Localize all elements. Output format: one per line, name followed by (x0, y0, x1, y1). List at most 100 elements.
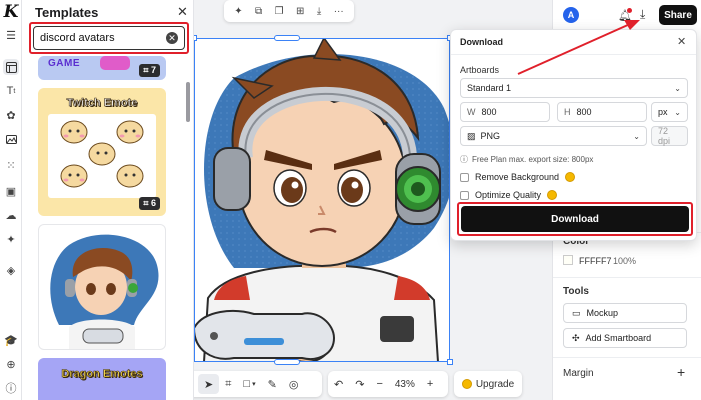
mockup-button[interactable]: ▭ Mockup (563, 303, 687, 323)
chevron-down-icon: ⌄ (674, 107, 681, 117)
resize-handle[interactable] (194, 35, 197, 41)
avatar[interactable]: A (563, 7, 579, 23)
menu-icon[interactable]: ☰ (3, 27, 19, 43)
templates-title: Templates (35, 5, 99, 20)
template-card-game[interactable]: GAME ⌗ 7 (38, 56, 166, 80)
chevron-down-icon: ⌄ (633, 131, 640, 141)
optimize-quality-option[interactable]: Optimize Quality (460, 190, 558, 200)
info-icon: ⓘ (460, 155, 468, 164)
remove-background-checkbox[interactable] (460, 172, 469, 182)
upgrade-button[interactable]: Upgrade (454, 371, 522, 397)
more-icon[interactable]: ··· (334, 6, 344, 17)
shape-tool-icon[interactable]: □ ▾ (237, 378, 261, 390)
search-input[interactable] (40, 32, 166, 44)
templates-scrollbar[interactable] (186, 82, 190, 122)
coin-icon (547, 190, 558, 200)
add-page-icon[interactable]: ⊞ (296, 6, 304, 17)
color-opacity[interactable]: 100% (613, 256, 636, 266)
height-value: 800 (576, 107, 592, 117)
color-swatch[interactable] (563, 255, 573, 265)
pattern-icon[interactable]: ⁙ (3, 157, 19, 173)
divider (553, 357, 701, 358)
close-icon[interactable]: ✕ (677, 35, 686, 48)
select-tool-icon[interactable]: ➤ (198, 374, 220, 394)
clear-search-icon[interactable]: ✕ (166, 32, 178, 44)
help-icon[interactable]: ⓘ (3, 380, 19, 396)
redo-icon[interactable]: ↷ (349, 378, 370, 391)
emote-grid (48, 114, 156, 198)
upload-icon[interactable]: ☁ (3, 207, 19, 223)
undo-icon[interactable]: ↶ (328, 378, 349, 391)
templates-panel: Templates ✕ ✕ GAME ⌗ 7 Twitch Emote (22, 0, 194, 400)
width-value: 800 (481, 107, 497, 117)
comment-tool-icon[interactable]: ◎ (283, 378, 305, 391)
unit-select[interactable]: px ⌄ (651, 102, 688, 122)
width-label: W (467, 107, 476, 117)
remove-background-option[interactable]: Remove Background (460, 172, 576, 182)
brand-kit-icon[interactable]: ▣ (3, 183, 19, 199)
template-card-gamer-avatar[interactable] (38, 224, 166, 350)
image-icon: ▨ (467, 130, 476, 141)
swap-icon[interactable]: ⧉ (255, 6, 262, 17)
pen-tool-icon[interactable]: ✎ (262, 378, 283, 391)
share-button[interactable]: Share (659, 5, 697, 25)
resize-handle[interactable] (447, 359, 453, 365)
frame-tool-icon[interactable]: ⌗ (219, 378, 237, 391)
zoom-in-icon[interactable]: + (421, 378, 439, 390)
add-icon[interactable]: ⊕ (3, 356, 19, 372)
chevron-down-icon: ⌄ (674, 83, 681, 93)
download-panel-title: Download (460, 37, 503, 47)
mockup-icon: ▭ (572, 307, 581, 318)
width-field[interactable]: W 800 (460, 102, 550, 122)
image-icon[interactable] (3, 131, 19, 147)
tools-group: ➤ ⌗ □ ▾ ✎ ◎ (194, 371, 322, 397)
notification-dot (627, 8, 632, 13)
optimize-quality-checkbox[interactable] (460, 190, 469, 200)
layers-icon[interactable]: ◈ (3, 262, 19, 278)
divider (451, 54, 696, 55)
element-toolbar: ✦ ⧉ ❐ ⊞ ⤓ ··· (224, 0, 354, 22)
elements-icon[interactable]: ✿ (3, 107, 19, 123)
count-badge: ⌗ 6 (139, 197, 160, 210)
card-title: Dragon Emotes (61, 368, 143, 381)
count-badge: ⌗ 7 (139, 64, 160, 77)
app-logo[interactable]: K (1, 2, 21, 22)
text-icon[interactable]: Tt (3, 83, 19, 99)
add-smartboard-button[interactable]: ✣ Add Smartboard (563, 328, 687, 348)
download-icon[interactable]: ⤓ (640, 7, 645, 22)
graduation-icon[interactable]: 🎓 (3, 332, 19, 348)
magic-icon[interactable]: ✦ (234, 6, 242, 17)
plan-note: ⓘ Free Plan max. export size: 800px (460, 154, 593, 165)
artboard-select[interactable]: Standard 1 ⌄ (460, 78, 688, 98)
zoom-level[interactable]: 43% (389, 379, 421, 390)
tools-label: Tools (563, 286, 589, 297)
rotate-handle[interactable] (274, 35, 300, 41)
ai-tools-icon[interactable]: ✦ (3, 231, 19, 247)
download-page-icon[interactable]: ⤓ (317, 6, 321, 17)
artboard-value: Standard 1 (467, 83, 512, 93)
close-icon[interactable]: ✕ (177, 4, 188, 20)
add-margin-icon[interactable]: + (677, 364, 685, 380)
coin-icon (461, 379, 472, 389)
templates-icon[interactable] (3, 59, 19, 75)
resize-handle[interactable] (274, 359, 300, 365)
artboard[interactable] (194, 38, 450, 362)
smartboard-icon: ✣ (572, 332, 580, 343)
height-field[interactable]: H 800 (557, 102, 647, 122)
smartboard-label: Add Smartboard (585, 333, 652, 343)
template-card-twitch-emote[interactable]: Twitch Emote ⌗ 6 (38, 88, 166, 216)
emote-faces-icon (60, 120, 144, 188)
download-button-highlight: Download (457, 202, 693, 236)
duplicate-icon[interactable]: ❐ (275, 6, 284, 17)
divider (553, 277, 701, 278)
remove-background-label: Remove Background (475, 172, 560, 182)
format-value: PNG (480, 131, 501, 141)
format-select[interactable]: ▨ PNG ⌄ (460, 126, 647, 146)
template-card-dragon-emotes[interactable]: Dragon Emotes (38, 358, 166, 400)
color-hex[interactable]: FFFFF7 (579, 256, 612, 266)
zoom-out-icon[interactable]: − (370, 378, 388, 390)
download-button[interactable]: Download (461, 206, 689, 232)
dpi-field[interactable]: 72 dpi (651, 126, 688, 146)
search-box: ✕ (33, 26, 185, 50)
search-highlight: ✕ (29, 22, 189, 54)
